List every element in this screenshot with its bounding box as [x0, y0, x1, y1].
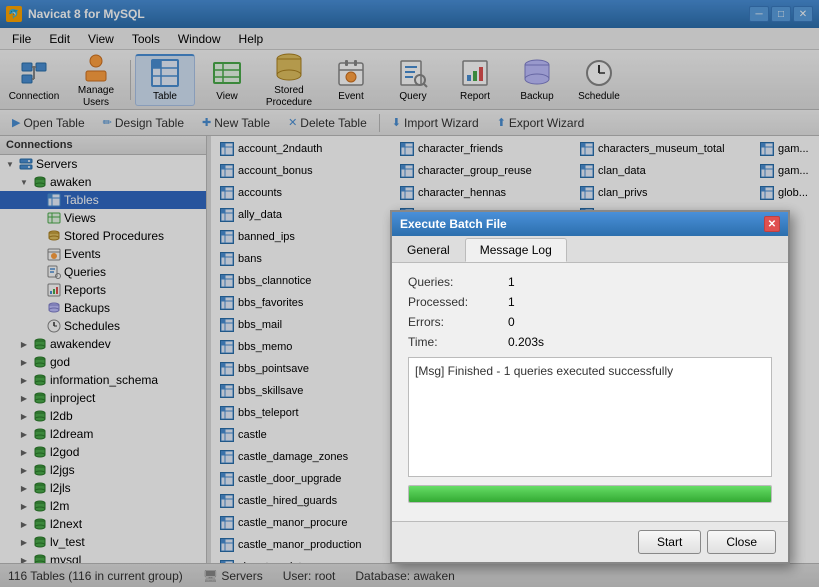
start-button[interactable]: Start — [638, 530, 701, 554]
tab-message-log[interactable]: Message Log — [465, 238, 567, 262]
modal-footer: Start Close — [392, 521, 788, 562]
progress-bar-fill — [409, 486, 771, 502]
progress-bar-container — [408, 485, 772, 503]
time-label: Time: — [408, 335, 508, 349]
queries-value: 1 — [508, 275, 515, 289]
queries-row: Queries: 1 — [408, 275, 772, 289]
log-area[interactable]: [Msg] Finished - 1 queries executed succ… — [408, 357, 772, 477]
processed-row: Processed: 1 — [408, 295, 772, 309]
errors-value: 0 — [508, 315, 515, 329]
errors-label: Errors: — [408, 315, 508, 329]
modal-close-button[interactable]: ✕ — [764, 216, 780, 232]
errors-row: Errors: 0 — [408, 315, 772, 329]
modal-title-bar: Execute Batch File ✕ — [392, 212, 788, 236]
processed-label: Processed: — [408, 295, 508, 309]
processed-value: 1 — [508, 295, 515, 309]
time-value: 0.203s — [508, 335, 544, 349]
modal-overlay: Execute Batch File ✕ General Message Log… — [0, 0, 819, 587]
close-button-footer[interactable]: Close — [707, 530, 776, 554]
log-message: [Msg] Finished - 1 queries executed succ… — [415, 364, 673, 378]
execute-batch-modal: Execute Batch File ✕ General Message Log… — [390, 210, 790, 564]
modal-tabs: General Message Log — [392, 236, 788, 263]
modal-content: Queries: 1 Processed: 1 Errors: 0 Time: … — [392, 263, 788, 521]
time-row: Time: 0.203s — [408, 335, 772, 349]
tab-general[interactable]: General — [392, 238, 465, 262]
queries-label: Queries: — [408, 275, 508, 289]
modal-title-text: Execute Batch File — [400, 217, 507, 231]
